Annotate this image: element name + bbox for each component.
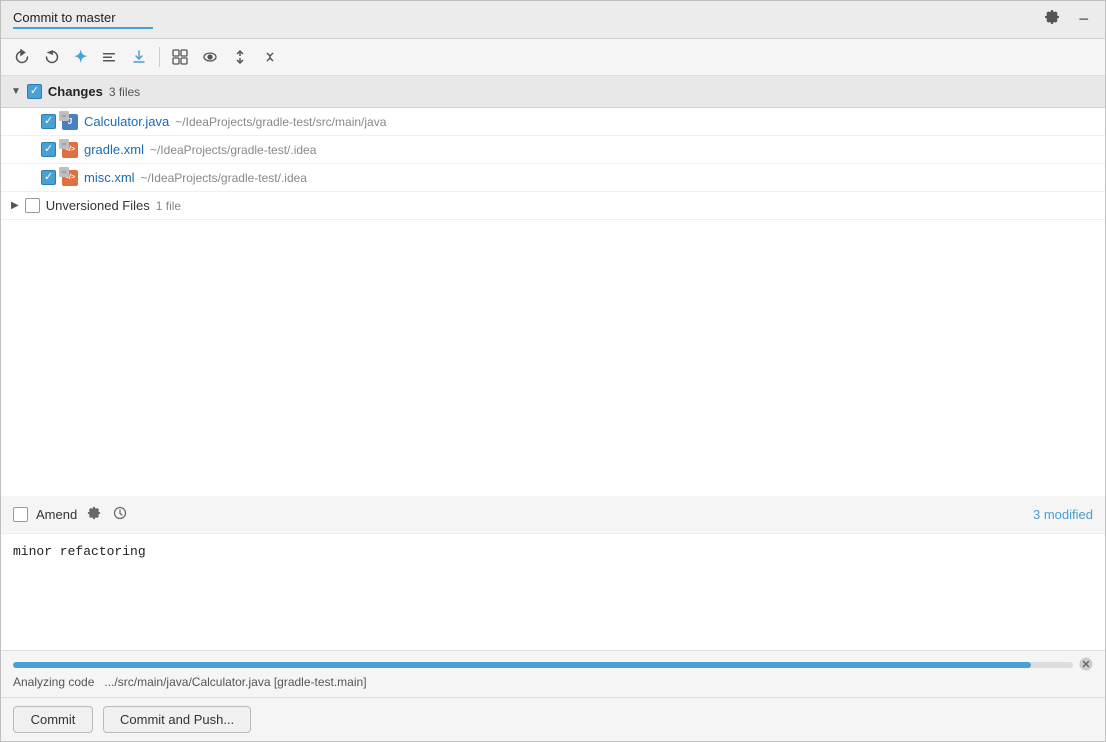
title-bar: Commit to master − <box>1 1 1105 39</box>
calculator-filename: Calculator.java <box>84 114 169 129</box>
gradle-filepath: ~/IdeaProjects/gradle-test/.idea <box>150 143 316 157</box>
window-title: Commit to master <box>13 10 153 25</box>
file-list: J Calculator.java ~/IdeaProjects/gradle-… <box>1 108 1105 192</box>
file-checkbox-calculator[interactable] <box>41 114 56 129</box>
bottom-panel: Amend 3 modified minor refactoring <box>1 496 1105 742</box>
commit-window: Commit to master − <box>0 0 1106 742</box>
amend-label: Amend <box>36 507 77 522</box>
commit-button[interactable]: Commit <box>13 706 93 733</box>
progress-area: Analyzing code .../src/main/java/Calcula… <box>1 650 1105 697</box>
progress-file-path: .../src/main/java/Calculator.java [gradl… <box>104 675 366 689</box>
progress-bar-container <box>13 657 1093 673</box>
calculator-filepath: ~/IdeaProjects/gradle-test/src/main/java <box>175 115 386 129</box>
file-item-calculator[interactable]: J Calculator.java ~/IdeaProjects/gradle-… <box>1 108 1105 136</box>
unversioned-section-header[interactable]: ▶ Unversioned Files 1 file <box>1 192 1105 220</box>
amend-settings-button[interactable] <box>85 504 103 525</box>
expand-button[interactable] <box>227 45 253 69</box>
spacer <box>1 220 1105 496</box>
progress-status: Analyzing code .../src/main/java/Calcula… <box>13 673 1093 693</box>
changes-section-header: ▼ Changes 3 files <box>1 76 1105 108</box>
file-item-gradle[interactable]: </> gradle.xml ~/IdeaProjects/gradle-tes… <box>1 136 1105 164</box>
amend-checkbox[interactable] <box>13 507 28 522</box>
commit-and-push-button[interactable]: Commit and Push... <box>103 706 251 733</box>
gradle-icon-wrapper: </> <box>62 142 78 158</box>
minimize-button[interactable]: − <box>1074 8 1093 32</box>
gradle-filename: gradle.xml <box>84 142 144 157</box>
progress-file-text <box>98 675 101 689</box>
collapse-button[interactable] <box>257 45 283 69</box>
unversioned-chevron[interactable]: ▶ <box>11 200 19 211</box>
misc-filepath: ~/IdeaProjects/gradle-test/.idea <box>141 171 307 185</box>
progress-bar-track <box>13 662 1073 668</box>
commit-message-input[interactable]: minor refactoring <box>1 534 1105 651</box>
download-button[interactable] <box>126 45 152 69</box>
action-buttons: Commit Commit and Push... <box>1 697 1105 741</box>
diff-button[interactable] <box>96 45 122 69</box>
ai-button[interactable]: ✦ <box>69 43 92 71</box>
preview-button[interactable] <box>197 45 223 69</box>
file-checkbox-misc[interactable] <box>41 170 56 185</box>
title-bar-left: Commit to master <box>13 10 153 29</box>
unversioned-file-count: 1 file <box>156 199 181 213</box>
unversioned-checkbox[interactable] <box>25 198 40 213</box>
progress-status-text: Analyzing code <box>13 675 94 689</box>
gradle-modified-badge <box>59 139 69 149</box>
file-checkbox-gradle[interactable] <box>41 142 56 157</box>
unversioned-title: Unversioned Files <box>46 198 150 213</box>
misc-modified-badge <box>59 167 69 177</box>
calculator-icon-wrapper: J <box>62 114 78 130</box>
group-button[interactable] <box>167 45 193 69</box>
modified-badge: 3 modified <box>1033 507 1093 522</box>
changes-title: Changes <box>48 84 103 99</box>
changes-file-count: 3 files <box>109 85 140 99</box>
title-bar-actions: − <box>1040 7 1093 32</box>
amend-history-button[interactable] <box>111 504 129 525</box>
file-item-misc[interactable]: </> misc.xml ~/IdeaProjects/gradle-test/… <box>1 164 1105 192</box>
changes-chevron[interactable]: ▼ <box>11 86 21 97</box>
amend-row: Amend 3 modified <box>1 496 1105 534</box>
calculator-modified-badge <box>59 111 69 121</box>
undo-button[interactable] <box>39 45 65 69</box>
misc-filename: misc.xml <box>84 170 135 185</box>
misc-icon-wrapper: </> <box>62 170 78 186</box>
settings-button[interactable] <box>1040 7 1064 32</box>
refresh-button[interactable] <box>9 45 35 69</box>
toolbar-sep-1 <box>159 47 160 67</box>
progress-bar-fill <box>13 662 1031 668</box>
progress-close-button[interactable] <box>1079 657 1093 673</box>
toolbar: ✦ <box>1 39 1105 76</box>
changes-checkbox[interactable] <box>27 84 42 99</box>
title-underline <box>13 27 153 29</box>
